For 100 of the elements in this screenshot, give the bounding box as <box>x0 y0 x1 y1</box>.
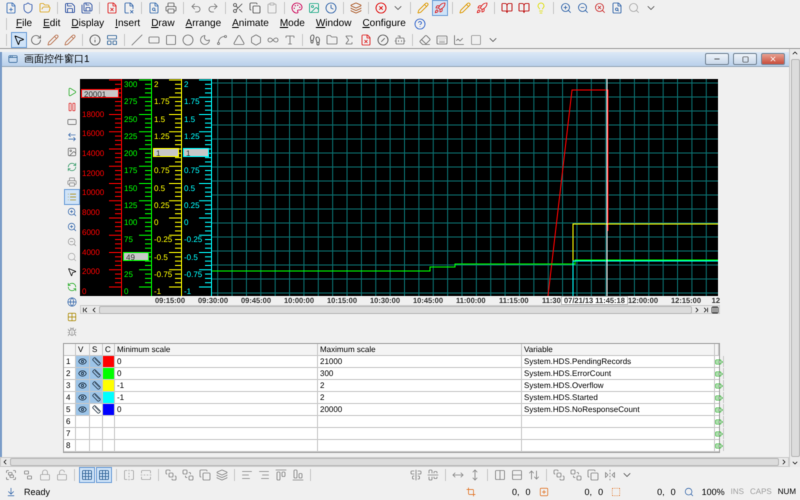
robot-icon[interactable] <box>393 32 407 46</box>
send-to-back-icon[interactable] <box>569 468 583 482</box>
document-delete-icon[interactable] <box>122 1 136 15</box>
zoom-page-icon[interactable] <box>610 1 624 15</box>
printer-icon[interactable] <box>164 1 178 15</box>
menu-item[interactable]: Arrange <box>182 18 226 29</box>
scale-icon[interactable] <box>92 381 100 390</box>
eye-icon[interactable] <box>78 405 87 414</box>
close-button[interactable] <box>761 53 785 65</box>
help-icon[interactable] <box>412 16 427 30</box>
document-delete-icon[interactable] <box>359 32 373 46</box>
copy-icon[interactable] <box>586 468 600 482</box>
horizontal-scrollbar[interactable] <box>0 457 789 467</box>
new-document-icon[interactable] <box>4 1 18 15</box>
curve-icon[interactable] <box>215 32 229 46</box>
menu-item[interactable]: File <box>12 18 36 29</box>
menu-item[interactable]: Display <box>67 18 108 29</box>
bring-to-front-icon[interactable] <box>164 468 178 482</box>
align-middle-icon[interactable] <box>409 468 423 482</box>
copy-icon[interactable] <box>198 468 212 482</box>
align-top-icon[interactable] <box>274 468 288 482</box>
color-swatch[interactable] <box>103 404 115 415</box>
keyboard-icon[interactable] <box>435 32 449 46</box>
indicator-icon[interactable] <box>715 418 723 426</box>
circle-slash-icon[interactable] <box>376 32 390 46</box>
pencil-icon[interactable] <box>46 32 60 46</box>
document-delete-icon[interactable] <box>105 1 119 15</box>
copy-icon[interactable] <box>248 1 262 15</box>
align-bottom-icon[interactable] <box>291 468 305 482</box>
folder-icon[interactable] <box>325 32 339 46</box>
arc-icon[interactable] <box>198 32 212 46</box>
zoom-in-icon[interactable] <box>559 1 573 15</box>
pencil-icon[interactable] <box>416 1 430 15</box>
square-icon[interactable] <box>469 32 483 46</box>
eye-icon[interactable] <box>78 381 87 390</box>
line-icon[interactable] <box>130 32 144 46</box>
horizontal-scrollbar[interactable] <box>80 305 720 314</box>
indicator-icon[interactable] <box>715 430 723 438</box>
polygon-icon[interactable] <box>249 32 263 46</box>
stop-icon[interactable] <box>374 1 388 15</box>
book-icon[interactable] <box>517 1 531 15</box>
zoom-out-icon[interactable] <box>576 1 590 15</box>
pointer-icon[interactable] <box>12 32 26 46</box>
menu-item[interactable]: Animate <box>228 18 273 29</box>
list-icon[interactable] <box>64 190 78 204</box>
first-icon[interactable] <box>81 306 89 314</box>
color-swatch[interactable] <box>103 392 115 403</box>
clock-icon[interactable] <box>324 1 338 15</box>
document-search-icon[interactable] <box>147 1 161 15</box>
ungroup-icon[interactable] <box>21 468 35 482</box>
color-swatch[interactable] <box>103 368 115 379</box>
circle-icon[interactable] <box>181 32 195 46</box>
eraser-icon[interactable] <box>418 32 432 46</box>
layers-icon[interactable] <box>215 468 229 482</box>
bring-to-front-icon[interactable] <box>552 468 566 482</box>
undo-icon[interactable] <box>189 1 203 15</box>
eye-icon[interactable] <box>78 393 87 402</box>
eye-icon[interactable] <box>78 357 87 366</box>
menu-item[interactable]: Draw <box>147 18 179 29</box>
indicator-icon[interactable] <box>715 370 723 378</box>
send-to-back-icon[interactable] <box>181 468 195 482</box>
lock-icon[interactable] <box>38 468 52 482</box>
unlock-icon[interactable] <box>55 468 69 482</box>
columns-icon[interactable] <box>711 306 719 314</box>
menu-item[interactable]: Insert <box>111 18 144 29</box>
flip-icon[interactable] <box>603 468 617 482</box>
maximize-button[interactable] <box>733 53 757 65</box>
space-vertical-icon[interactable] <box>510 468 524 482</box>
eye-icon[interactable] <box>78 369 87 378</box>
align-center-icon[interactable] <box>426 468 440 482</box>
scale-icon[interactable] <box>92 405 100 414</box>
panel-icon[interactable] <box>105 32 119 46</box>
indicator-icon[interactable] <box>715 394 723 402</box>
grid-icon[interactable] <box>97 468 111 482</box>
distribute-icon[interactable] <box>527 468 541 482</box>
menu-item[interactable]: Mode <box>276 18 309 29</box>
align-right-icon[interactable] <box>257 468 271 482</box>
palette-icon[interactable] <box>290 1 304 15</box>
pencil-icon[interactable] <box>63 32 77 46</box>
indicator-icon[interactable] <box>715 406 723 414</box>
footprints-icon[interactable] <box>308 32 322 46</box>
scale-icon[interactable] <box>92 393 100 402</box>
align-left-icon[interactable] <box>240 468 254 482</box>
layers-icon[interactable] <box>349 1 363 15</box>
indicator-icon[interactable] <box>715 382 723 390</box>
menu-item[interactable]: Edit <box>39 18 64 29</box>
scale-icon[interactable] <box>92 357 100 366</box>
last-icon[interactable] <box>702 306 710 314</box>
color-swatch[interactable] <box>103 380 115 391</box>
chart-icon[interactable] <box>452 32 466 46</box>
space-horizontal-icon[interactable] <box>493 468 507 482</box>
rotate-icon[interactable] <box>29 32 43 46</box>
scale-icon[interactable] <box>92 369 100 378</box>
minimize-button[interactable] <box>705 53 729 65</box>
triangle-icon[interactable] <box>232 32 246 46</box>
indicator-icon[interactable] <box>715 358 723 366</box>
cut-icon[interactable] <box>231 1 245 15</box>
text-icon[interactable] <box>283 32 297 46</box>
printer-icon[interactable] <box>64 175 78 189</box>
menu-item[interactable]: Window <box>312 18 356 29</box>
